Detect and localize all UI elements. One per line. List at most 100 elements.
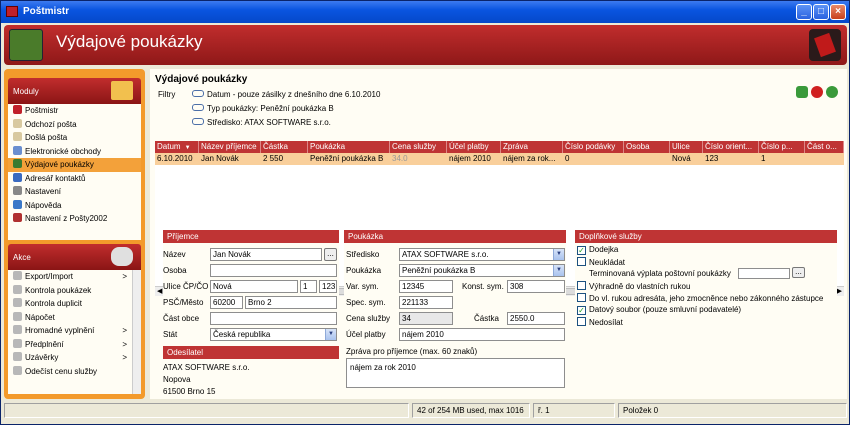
column-header[interactable]: Částka [261,141,308,153]
option-neukladat[interactable]: Neukládat [577,257,625,267]
message-field[interactable]: nájem za rok 2010 [346,358,565,388]
column-header[interactable]: Poukázka [308,141,390,153]
sidebar-item-label: Odchozí pošta [25,119,77,129]
filter-center[interactable]: Středisko: ATAX SOFTWARE s.r.o. [192,118,331,127]
table-cell[interactable]: nájem 2010 [447,153,501,165]
ks-field[interactable]: 308 [507,280,565,293]
option-data-file[interactable]: ✓ Datový soubor (pouze smluvní podavatelé… [577,305,741,315]
filter-type[interactable]: Typ poukázky: Peněžní poukázka B [192,104,334,113]
sidebar-item-postmistr[interactable]: Poštmistr [8,104,141,118]
sidebar-item-payment-order[interactable]: Výdajové poukázky [8,158,141,172]
amount-field[interactable]: 2550.0 [507,312,565,325]
column-header[interactable]: Název příjemce [199,141,261,153]
sidebar-item-address-book[interactable]: Adresář kontaktů [8,172,141,186]
column-header[interactable]: Cena služby [390,141,447,153]
modules-header[interactable]: Moduly [8,78,141,104]
cp-field[interactable]: 1 [300,280,317,293]
checkbox[interactable] [577,317,586,326]
city-field[interactable]: Brno 2 [245,296,337,309]
table-cell[interactable]: Jan Novák [199,153,261,165]
option-dodejka[interactable]: ✓ Dodejka [577,245,618,255]
actions-header[interactable]: Akce [8,244,141,270]
sender-street: Nopova [163,375,191,384]
sidebar-item-help[interactable]: Nápověda [8,199,141,213]
column-header[interactable]: Ulice [670,141,703,153]
action-item[interactable]: Kontrola poukázek [8,284,141,298]
sidebar-item-outgoing-mail[interactable]: Odchozí pošta [8,118,141,132]
term-payment-field[interactable] [738,268,790,279]
center-select[interactable]: ATAX SOFTWARE s.r.o. ▼ [399,248,565,261]
column-header[interactable]: Číslo p... [759,141,805,153]
table-cell[interactable]: 2 550 [261,153,308,165]
sidebar-item-eshop[interactable]: Elektronické obchody [8,145,141,159]
option-nedosilat[interactable]: Nedosílat [577,317,623,327]
table-cell[interactable] [805,153,844,165]
chevron-down-icon[interactable]: ▼ [325,329,336,340]
table-cell[interactable]: 123 [703,153,759,165]
scroll-left-icon[interactable]: ◀ [157,287,162,295]
country-select[interactable]: Česká republika ▼ [210,328,337,341]
district-field[interactable] [210,312,337,325]
filter-type-text: Typ poukázky: Peněžní poukázka B [207,104,334,113]
action-icon [13,298,22,307]
refresh-icon[interactable] [796,86,808,98]
table-cell[interactable]: nájem za rok... [501,153,563,165]
stop-icon[interactable] [811,86,823,98]
maximize-button[interactable]: □ [813,4,829,20]
action-label: Předplnění [25,339,64,349]
ss-field[interactable]: 221133 [399,296,453,309]
action-item[interactable]: Kontrola duplicit [8,297,141,311]
purpose-field[interactable]: nájem 2010 [399,328,565,341]
name-field[interactable]: Jan Novák [210,248,322,261]
option-own-hands-proxy[interactable]: Do vl. rukou adresáta, jeho zmocněnce ne… [577,293,823,303]
checkbox[interactable] [577,257,586,266]
table-cell[interactable]: 6.10.2010 [155,153,199,165]
vs-field[interactable]: 12345 [399,280,453,293]
street-field[interactable]: Nová [210,280,298,293]
action-item[interactable]: Hromadné vyplnění > [8,324,141,338]
checkbox[interactable] [577,281,586,290]
checkbox[interactable]: ✓ [577,246,586,255]
chevron-down-icon[interactable]: ▼ [553,265,564,276]
action-item[interactable]: Předplnění > [8,338,141,352]
table-cell[interactable] [624,153,670,165]
action-item[interactable]: Nápočet [8,311,141,325]
chevron-down-icon[interactable]: ▼ [553,249,564,260]
column-header[interactable]: Osoba [624,141,670,153]
ks-label: Konst. sym. [462,282,504,291]
person-field[interactable] [210,264,337,277]
action-item[interactable]: Uzávěrky > [8,351,141,365]
column-header[interactable]: Datum ▼ [155,141,199,153]
go-icon[interactable] [826,86,838,98]
type-select[interactable]: Peněžní poukázka B ▼ [399,264,565,277]
action-item[interactable]: Export/Import > [8,270,141,284]
table-cell[interactable]: 34.0 [390,153,447,165]
column-header[interactable]: Zpráva [501,141,563,153]
column-header[interactable]: Číslo podávky [563,141,624,153]
filter-date[interactable]: Datum - pouze zásilky z dnešního dne 6.1… [192,90,380,99]
column-header[interactable]: Účel platby [447,141,501,153]
table-cell[interactable]: 0 [563,153,624,165]
action-item[interactable]: Odečíst cenu služby [8,365,141,379]
co-field[interactable]: 123 [319,280,337,293]
column-header[interactable]: Číslo orient... [703,141,759,153]
sidebar-item-import-settings[interactable]: Nastavení z Pošty2002 [8,212,141,226]
term-payment-button[interactable]: ... [792,267,805,278]
name-lookup-button[interactable]: ... [324,248,337,261]
minimize-button[interactable]: _ [796,4,812,20]
column-header[interactable]: Část o... [805,141,844,153]
table-row[interactable]: 6.10.2010 Jan Novák 2 550 Peněžní poukázka … [155,153,844,165]
table-cell[interactable]: Nová [670,153,703,165]
checkbox[interactable]: ✓ [577,306,586,315]
table-cell[interactable]: Peněžní poukázka B [308,153,390,165]
sidebar-item-settings[interactable]: Nastavení [8,185,141,199]
option-own-hands[interactable]: Výhradně do vlastních rukou [577,281,690,291]
sort-desc-icon[interactable]: ▼ [185,145,191,151]
close-button[interactable]: × [830,4,846,20]
zip-field[interactable]: 60200 [210,296,243,309]
table-cell[interactable]: 1 [759,153,805,165]
option-label: Výhradně do vlastních rukou [589,282,691,291]
checkbox[interactable] [577,293,586,302]
sidebar-item-incoming-mail[interactable]: Došlá pošta [8,131,141,145]
scroll-right-icon[interactable]: ▶ [837,287,842,295]
